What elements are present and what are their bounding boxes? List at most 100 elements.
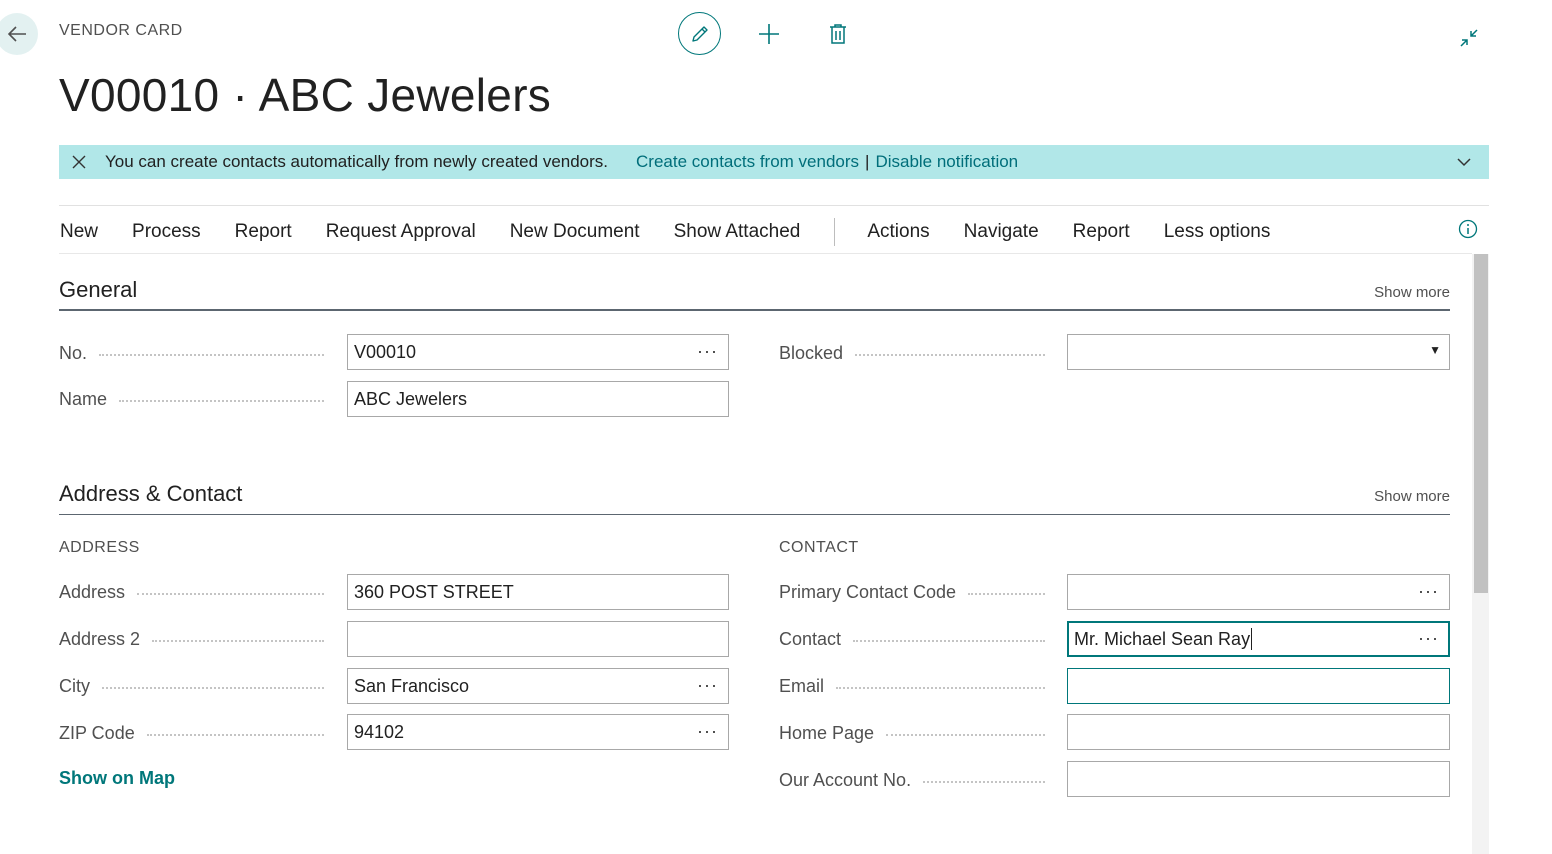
back-arrow-icon xyxy=(7,26,26,42)
back-button[interactable] xyxy=(0,13,38,55)
no-value: V00010 xyxy=(354,341,417,362)
blocked-select[interactable]: ▼ xyxy=(1067,334,1450,370)
city-lookup-button[interactable]: ··· xyxy=(697,675,718,696)
action-new-document[interactable]: New Document xyxy=(510,221,640,243)
address2-label: Address 2 xyxy=(59,628,141,649)
notification-bar: You can create contacts automatically fr… xyxy=(59,145,1489,179)
actionbar-divider-top xyxy=(59,205,1489,206)
address-contact-section-header: Address & Contact Show more xyxy=(59,481,1450,507)
notification-close-button[interactable] xyxy=(59,155,99,169)
dropdown-caret-icon: ▼ xyxy=(1429,343,1441,357)
info-icon xyxy=(1458,219,1478,239)
action-show-attached[interactable]: Show Attached xyxy=(674,221,801,243)
contact-group-caption: CONTACT xyxy=(779,539,859,556)
name-field[interactable]: ABC Jewelers xyxy=(347,381,729,417)
general-section-divider xyxy=(59,309,1450,311)
address-contact-section-title[interactable]: Address & Contact xyxy=(59,481,242,507)
action-process[interactable]: Process xyxy=(132,221,201,243)
plus-icon xyxy=(758,23,779,44)
close-icon xyxy=(72,155,86,169)
zip-value: 94102 xyxy=(354,721,405,742)
delete-button[interactable] xyxy=(816,12,859,55)
name-label: Name xyxy=(59,388,108,409)
blocked-field-label-row: Blocked xyxy=(779,335,1055,371)
show-on-map-link[interactable]: Show on Map xyxy=(59,768,175,789)
leader-dots xyxy=(968,593,1045,595)
leader-dots xyxy=(102,687,324,689)
zip-lookup-button[interactable]: ··· xyxy=(697,721,718,742)
actionbar-divider-bottom xyxy=(59,253,1472,254)
home-page-field-label-row: Home Page xyxy=(779,715,1055,751)
leader-dots xyxy=(137,593,324,595)
leader-dots xyxy=(886,734,1045,736)
action-request-approval[interactable]: Request Approval xyxy=(326,221,476,243)
leader-dots xyxy=(923,781,1045,783)
create-contacts-link[interactable]: Create contacts from vendors xyxy=(636,152,859,172)
disable-notification-link[interactable]: Disable notification xyxy=(875,152,1018,172)
our-account-field-label-row: Our Account No. xyxy=(779,762,1055,798)
info-button[interactable] xyxy=(1458,219,1478,244)
blocked-label: Blocked xyxy=(779,342,844,363)
leader-dots xyxy=(855,354,1045,356)
city-field-label-row: City xyxy=(59,668,334,704)
general-section-title[interactable]: General xyxy=(59,277,137,303)
scrollbar-thumb[interactable] xyxy=(1474,254,1488,593)
leader-dots xyxy=(119,400,324,402)
action-actions[interactable]: Actions xyxy=(867,221,929,243)
pencil-icon xyxy=(691,25,708,42)
general-show-more[interactable]: Show more xyxy=(1374,284,1450,301)
our-account-field[interactable] xyxy=(1067,761,1450,797)
primary-contact-field-label-row: Primary Contact Code xyxy=(779,574,1055,610)
name-value: ABC Jewelers xyxy=(354,388,468,409)
address-group-caption: ADDRESS xyxy=(59,539,140,556)
text-cursor xyxy=(1251,628,1253,650)
address-contact-show-more[interactable]: Show more xyxy=(1374,488,1450,505)
address-field-label-row: Address xyxy=(59,574,334,610)
no-field[interactable]: V00010 ··· xyxy=(347,334,729,370)
action-new[interactable]: New xyxy=(60,221,98,243)
chevron-down-icon[interactable] xyxy=(1457,155,1471,169)
zip-field-label-row: ZIP Code xyxy=(59,715,334,751)
action-report[interactable]: Report xyxy=(235,221,292,243)
contact-value: Mr. Michael Sean Ray xyxy=(1074,628,1251,649)
trash-icon xyxy=(829,23,846,44)
page-caption: VENDOR CARD xyxy=(59,22,183,39)
primary-contact-lookup-button[interactable]: ··· xyxy=(1418,581,1439,602)
city-label: City xyxy=(59,675,90,696)
email-label: Email xyxy=(779,675,825,696)
action-less-options[interactable]: Less options xyxy=(1164,221,1271,243)
email-field[interactable] xyxy=(1067,668,1450,704)
zip-field[interactable]: 94102 ··· xyxy=(347,714,729,750)
new-button[interactable] xyxy=(747,12,790,55)
action-report-secondary[interactable]: Report xyxy=(1073,221,1130,243)
top-actions xyxy=(678,12,859,55)
name-field-label-row: Name xyxy=(59,381,334,417)
leader-dots xyxy=(146,734,324,736)
leader-dots xyxy=(853,640,1045,642)
contact-label: Contact xyxy=(779,628,842,649)
page-title: V00010 · ABC Jewelers xyxy=(59,69,552,121)
address-field[interactable]: 360 POST STREET xyxy=(347,574,729,610)
collapse-button[interactable] xyxy=(1453,22,1485,54)
address2-field-label-row: Address 2 xyxy=(59,621,334,657)
contact-field-label-row: Contact xyxy=(779,621,1055,657)
notification-separator: | xyxy=(865,152,870,171)
contact-field[interactable]: Mr. Michael Sean Ray ··· xyxy=(1067,621,1450,657)
general-section-header: General Show more xyxy=(59,277,1450,303)
edit-button[interactable] xyxy=(678,12,721,55)
address-contact-section-divider xyxy=(59,514,1450,515)
address2-field[interactable] xyxy=(347,621,729,657)
primary-contact-label: Primary Contact Code xyxy=(779,581,957,602)
city-field[interactable]: San Francisco ··· xyxy=(347,668,729,704)
no-field-label-row: No. xyxy=(59,335,334,371)
collapse-icon xyxy=(1460,29,1478,47)
action-navigate[interactable]: Navigate xyxy=(964,221,1039,243)
zip-label: ZIP Code xyxy=(59,722,135,743)
leader-dots xyxy=(836,687,1045,689)
contact-lookup-button[interactable]: ··· xyxy=(1418,628,1439,649)
no-lookup-button[interactable]: ··· xyxy=(697,341,718,362)
notification-message: You can create contacts automatically fr… xyxy=(105,152,609,171)
primary-contact-field[interactable]: ··· xyxy=(1067,574,1450,610)
home-page-field[interactable] xyxy=(1067,714,1450,750)
leader-dots xyxy=(99,354,324,356)
